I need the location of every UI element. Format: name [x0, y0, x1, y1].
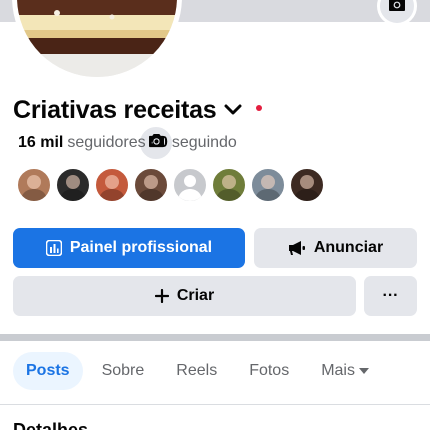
professional-dashboard-label: Painel profissional: [69, 239, 213, 256]
ellipsis-icon: ···: [382, 287, 399, 304]
advertise-label: Anunciar: [313, 239, 384, 256]
bar-chart-icon: [45, 240, 62, 256]
tab-more[interactable]: Mais: [308, 352, 382, 390]
avatar-photo: [294, 175, 320, 201]
followers-label[interactable]: seguidores: [67, 134, 145, 152]
more-options-button[interactable]: ···: [364, 276, 417, 316]
follower-avatar[interactable]: [250, 167, 286, 203]
stats-separator: ·: [149, 134, 155, 151]
professional-dashboard-button[interactable]: Painel profissional: [13, 228, 245, 268]
avatar-photo: [216, 175, 242, 201]
tab-label: Posts: [26, 362, 70, 379]
page-title: Criativas receitas: [13, 96, 217, 124]
profile-tabs: Posts Sobre Reels Fotos Mais: [13, 352, 388, 390]
page-title-row[interactable]: Criativas receitas: [13, 96, 263, 125]
avatar-photo: [60, 175, 86, 201]
profile-picture[interactable]: [12, 0, 182, 82]
following-label[interactable]: seguindo: [172, 134, 237, 152]
avatar-photo: [99, 175, 125, 201]
create-button[interactable]: Criar: [13, 276, 356, 316]
tab-about[interactable]: Sobre: [89, 352, 158, 390]
follower-avatar[interactable]: [133, 167, 169, 203]
megaphone-icon: [288, 240, 306, 256]
follower-stats: 16 mil seguidores · 0 seguindo: [18, 134, 237, 152]
tab-label: Mais: [321, 362, 355, 379]
followers-count[interactable]: 16 mil: [18, 134, 63, 152]
person-icon: [178, 175, 202, 201]
caret-down-icon: [358, 362, 369, 380]
tab-label: Reels: [176, 362, 218, 379]
avatar-photo: [21, 175, 47, 201]
notification-dot: [256, 104, 263, 111]
tab-photos[interactable]: Fotos: [236, 352, 302, 390]
advertise-button[interactable]: Anunciar: [254, 228, 417, 268]
edit-cover-button[interactable]: [377, 0, 417, 26]
plus-icon: [154, 289, 169, 303]
avatar-photo: [138, 175, 164, 201]
tabs-divider: [0, 404, 430, 405]
follower-avatar[interactable]: [289, 167, 325, 203]
tab-posts[interactable]: Posts: [13, 352, 83, 390]
following-count[interactable]: 0: [159, 134, 168, 152]
follower-avatar[interactable]: [55, 167, 91, 203]
tab-label: Fotos: [249, 362, 290, 379]
follower-avatars[interactable]: [16, 167, 328, 203]
avatar: [17, 0, 177, 77]
create-label: Criar: [176, 287, 215, 304]
tab-reels[interactable]: Reels: [163, 352, 230, 390]
follower-avatar[interactable]: [16, 167, 52, 203]
details-heading: Detalhes: [13, 420, 89, 430]
avatar-photo: [255, 175, 281, 201]
section-divider: [0, 334, 430, 341]
follower-avatar[interactable]: [172, 167, 208, 203]
chevron-down-icon[interactable]: [224, 103, 242, 121]
camera-icon: [388, 0, 406, 17]
follower-avatar[interactable]: [211, 167, 247, 203]
follower-avatar[interactable]: [94, 167, 130, 203]
tab-label: Sobre: [101, 362, 145, 379]
